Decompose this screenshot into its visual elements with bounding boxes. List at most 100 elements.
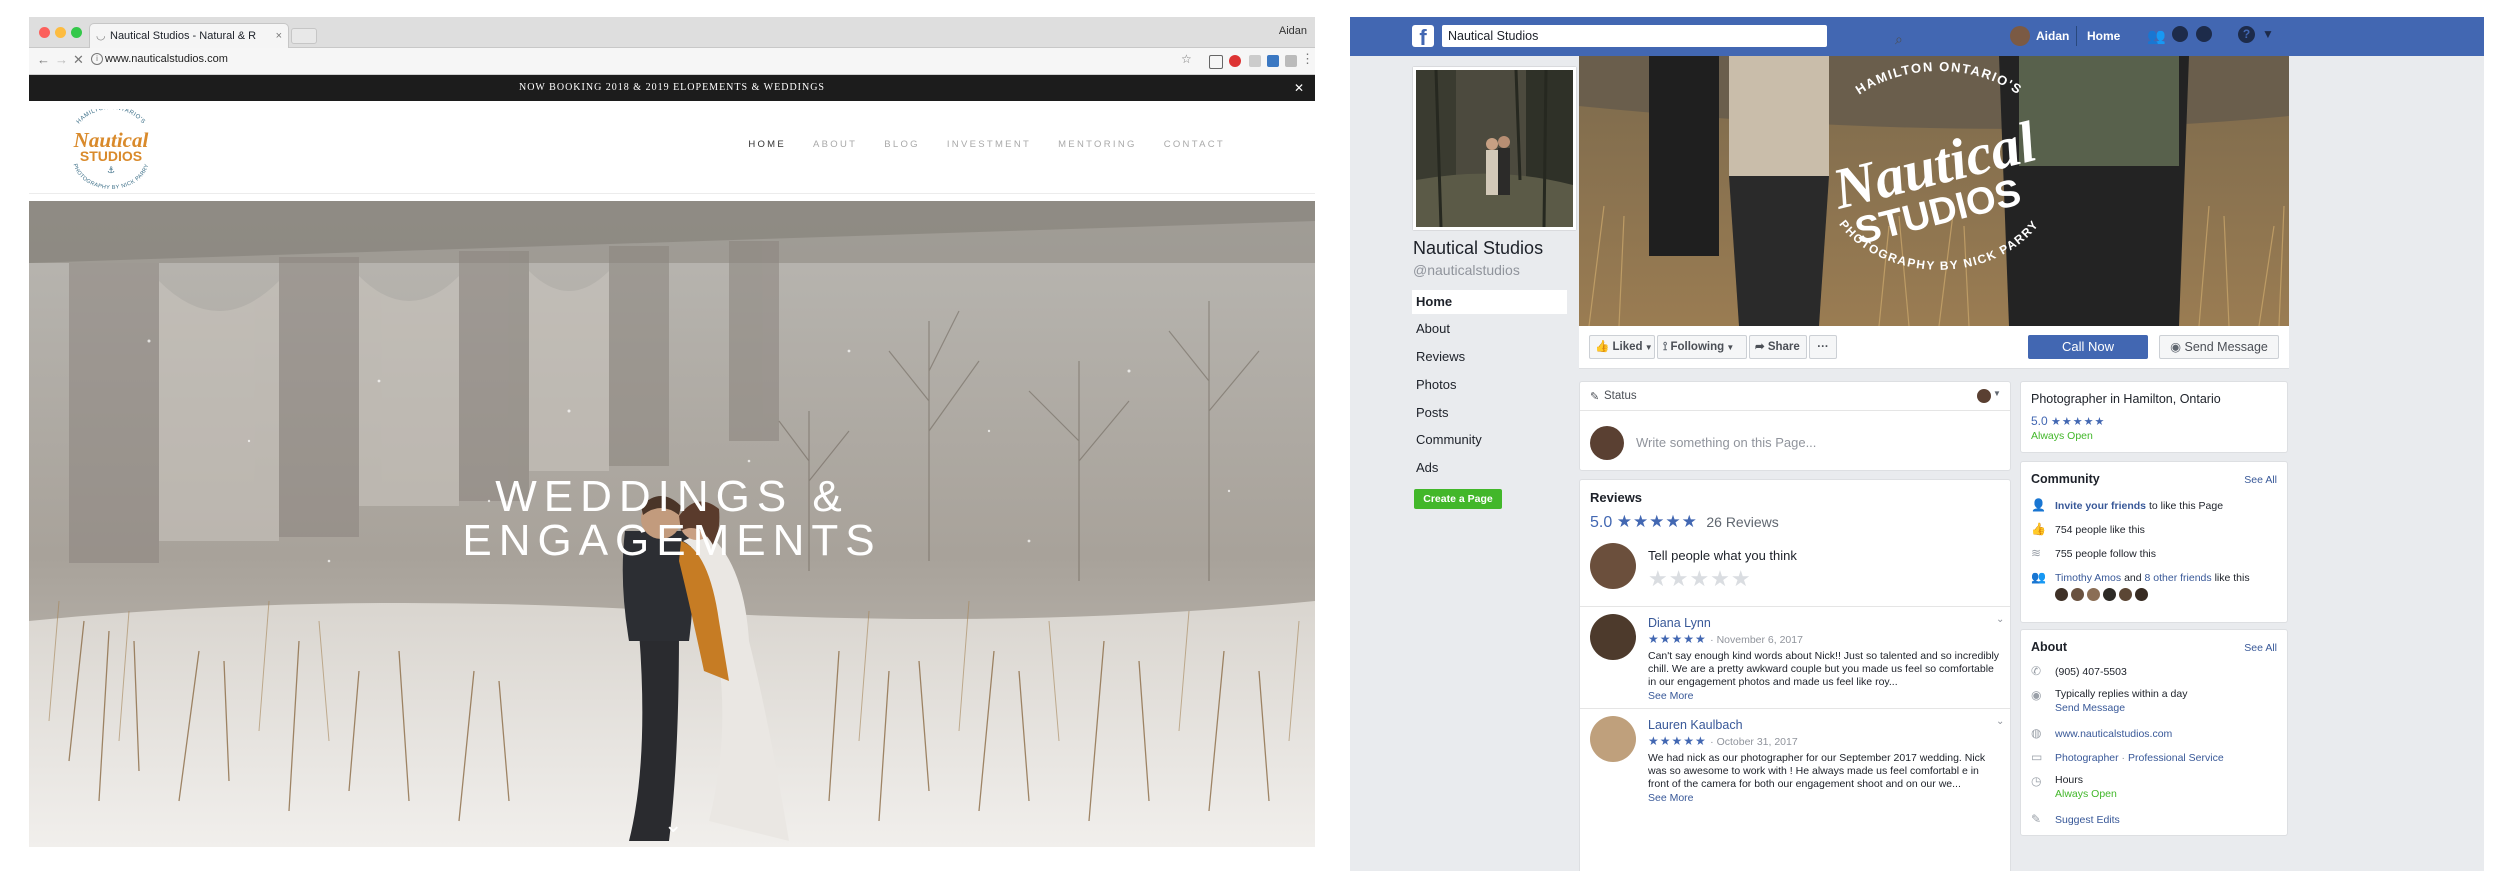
review-stars: ★★★★★ · October 31, 2017 [1648,734,1798,748]
info-icon[interactable]: i [91,53,103,65]
avatar[interactable] [2010,26,2030,46]
site-header: HAMILTON ONTARIO'S Nautical STUDIOS PHOT… [29,101,1315,194]
following-button[interactable]: ⟟ Following ▼ [1657,335,1747,359]
about-see-all-link[interactable]: See All [2244,642,2277,654]
invite-friends-link[interactable]: Invite your friends [2055,500,2146,512]
see-more-link[interactable]: See More [1648,690,1694,702]
avatar[interactable] [2071,588,2084,601]
other-friends-link[interactable]: 8 other friends [2145,572,2212,584]
browser-tab[interactable]: ◡ Nautical Studios - Natural & R × [89,23,289,48]
cover-photo[interactable]: HAMILTON ONTARIO'S Nautical STUDIOS PHOT… [1579,56,2289,326]
sidebar-item-community[interactable]: Community [1412,428,1567,452]
info-rating[interactable]: 5.0 ★★★★★ [2031,414,2105,428]
bookmark-star-icon[interactable]: ☆ [1181,52,1192,66]
nav-investment[interactable]: INVESTMENT [947,139,1031,150]
page-title[interactable]: Nautical Studios [1413,238,1543,259]
cast-icon[interactable] [1209,55,1223,69]
avatar[interactable] [1977,389,1991,403]
account-menu-chevron-icon[interactable]: ▼ [2262,27,2274,41]
community-see-all-link[interactable]: See All [2244,474,2277,486]
category-link[interactable]: Professional Service [2128,752,2224,764]
close-tab-icon[interactable]: × [276,24,282,48]
status-label[interactable]: Status [1604,390,1637,402]
reviewer-name[interactable]: Diana Lynn [1648,616,1711,630]
nautical-studios-logo[interactable]: HAMILTON ONTARIO'S Nautical STUDIOS PHOT… [51,109,171,189]
avatar[interactable] [2103,588,2116,601]
tab-title: Nautical Studios - Natural & R [110,30,257,42]
status-input[interactable]: Write something on this Page... [1636,435,1816,450]
rss-follow-icon: ≋ [2031,546,2042,560]
liked-button[interactable]: 👍 Liked ▼ [1589,335,1655,359]
review-date: November 6, 2017 [1716,634,1803,646]
opera-extension-icon[interactable] [1229,55,1241,67]
facebook-logo-icon[interactable]: f [1412,25,1434,47]
nav-mentoring[interactable]: MENTORING [1058,139,1137,150]
close-icon[interactable]: ✕ [1294,75,1305,101]
profile-name[interactable]: Aidan [1279,25,1307,37]
call-now-button[interactable]: Call Now [2028,335,2148,359]
website-link[interactable]: www.nauticalstudios.com [2055,728,2172,740]
stop-loading-icon[interactable]: ✕ [73,52,84,68]
friend-requests-icon[interactable]: 👥 [2147,27,2166,45]
close-window-button[interactable] [39,27,50,38]
url-field[interactable]: www.nauticalstudios.com [105,53,228,65]
translate-extension-icon[interactable] [1267,55,1279,67]
friend-link[interactable]: Timothy Amos [2055,572,2121,584]
chevron-down-icon[interactable]: ▼ [1993,389,2001,398]
help-icon[interactable]: ? [2238,26,2255,43]
reviewer-name[interactable]: Lauren Kaulbach [1648,718,1743,732]
category-link[interactable]: Photographer [2055,752,2119,764]
chevron-down-icon[interactable]: ⌄ [1996,716,2004,727]
nav-blog[interactable]: BLOG [884,139,920,150]
forward-icon[interactable]: → [55,52,68,67]
extension-icon[interactable] [1249,55,1261,67]
sidebar-item-posts[interactable]: Posts [1412,401,1567,425]
more-options-button[interactable]: ··· [1809,335,1837,359]
sidebar-item-photos[interactable]: Photos [1412,373,1567,397]
messenger-icon[interactable] [2172,26,2188,42]
menu-kebab-icon[interactable]: ⋮ [1301,51,1314,67]
home-link[interactable]: Home [2087,29,2120,43]
sidebar-item-reviews[interactable]: Reviews [1412,345,1567,369]
search-icon[interactable]: ⌕ [1889,28,1903,50]
notifications-globe-icon[interactable] [2196,26,2212,42]
new-tab-button[interactable] [291,28,317,44]
maximize-window-button[interactable] [71,27,82,38]
sidebar-item-ads[interactable]: Ads [1412,456,1567,480]
phone-number[interactable]: (905) 407-5503 [2055,666,2127,678]
suggest-edits-link[interactable]: Suggest Edits [2055,814,2120,826]
share-button[interactable]: ➦ Share [1749,335,1807,359]
minimize-window-button[interactable] [55,27,66,38]
sidebar-item-about[interactable]: About [1412,317,1567,341]
avatar[interactable] [1590,614,1636,660]
avatar[interactable] [2119,588,2132,601]
nav-home[interactable]: HOME [748,139,786,150]
send-message-link[interactable]: Send Message [2055,702,2125,714]
scroll-down-chevron-icon[interactable]: ⌄ [664,812,682,838]
extension-icon[interactable] [1285,55,1297,67]
announcement-text[interactable]: NOW BOOKING 2018 & 2019 ELOPEMENTS & WED… [519,82,825,93]
community-heading[interactable]: Community [2031,472,2100,486]
send-message-button[interactable]: ◉ Send Message [2159,335,2279,359]
profile-link[interactable]: Aidan [2036,29,2069,43]
chevron-down-icon[interactable]: ⌄ [1996,614,2004,625]
avatar[interactable] [1590,716,1636,762]
nav-about[interactable]: ABOUT [813,139,857,150]
likes-count[interactable]: 754 people like this [2055,524,2145,536]
avatar[interactable] [2055,588,2068,601]
search-input[interactable]: Nautical Studios ⌕ [1442,25,1903,47]
about-heading[interactable]: About [2031,640,2067,654]
avatar[interactable] [2135,588,2148,601]
reviews-heading[interactable]: Reviews [1590,490,1642,505]
see-more-link[interactable]: See More [1648,792,1694,804]
back-icon[interactable]: ← [37,52,50,67]
avatar[interactable] [2087,588,2100,601]
nav-contact[interactable]: CONTACT [1164,139,1225,150]
sidebar-item-home[interactable]: Home [1412,290,1567,314]
page-username[interactable]: @nauticalstudios [1413,262,1520,278]
empty-star-rating-input[interactable]: ★★★★★ [1648,566,1752,592]
hours-value[interactable]: Always Open [2055,788,2117,800]
page-profile-picture[interactable] [1413,67,1576,230]
follows-count[interactable]: 755 people follow this [2055,548,2156,560]
create-page-button[interactable]: Create a Page [1414,489,1502,509]
